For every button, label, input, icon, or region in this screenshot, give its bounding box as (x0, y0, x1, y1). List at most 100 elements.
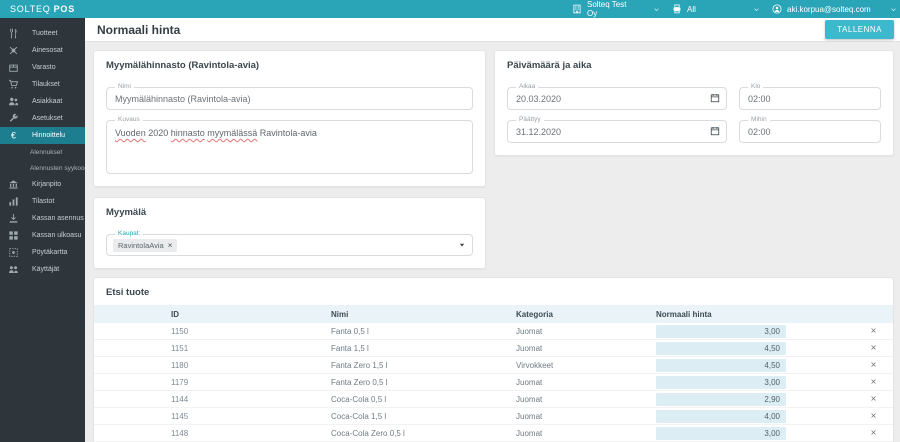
remove-product-button[interactable] (861, 361, 885, 370)
product-id: 1180 (171, 361, 331, 370)
product-table-card: Etsi tuote ID Nimi Kategoria Normaali hi… (93, 277, 894, 442)
store-chip: RavintolaAvia × (113, 239, 177, 252)
price-input[interactable] (656, 376, 786, 389)
sidebar-item-label: Tilastot (32, 198, 54, 205)
price-input[interactable] (656, 393, 786, 406)
start-date-input[interactable] (508, 88, 726, 109)
description-textarea[interactable]: Vuoden 2020 hinnasto myymälässä Ravintol… (107, 121, 472, 173)
remove-product-button[interactable] (861, 344, 885, 353)
product-category: Juomat (516, 344, 656, 353)
table-body: 1150 Fanta 0,5 l Juomat 1151 Fanta 1,5 l… (94, 323, 893, 442)
product-name: Fanta 1,5 l (331, 344, 516, 353)
product-name: Coca-Cola 0,5 l (331, 395, 516, 404)
sidebar-item-tilaukset[interactable]: Tilaukset (0, 76, 85, 93)
bank-icon (8, 179, 19, 190)
product-category: Juomat (516, 429, 656, 438)
column-header-id: ID (171, 310, 331, 319)
save-button[interactable]: TALLENNA (825, 20, 894, 39)
register-selector[interactable]: All (666, 4, 766, 14)
name-input[interactable] (107, 88, 472, 109)
end-date-input[interactable] (508, 121, 726, 142)
sidebar-nav: TuotteetAinesosat Varasto TilauksetAsiakka… (0, 18, 85, 278)
sidebar-item-label: Varasto (32, 64, 56, 71)
start-date-label: Alkaa (516, 84, 538, 91)
product-id: 1179 (171, 378, 331, 387)
product-name: Coca-Cola Zero 0,5 l (331, 429, 516, 438)
person-icon (772, 4, 782, 14)
grid-icon (8, 230, 19, 241)
euro-icon: € (8, 130, 19, 141)
product-name: Coca-Cola 1,5 l (331, 412, 516, 421)
sidebar-item-kassan-asennus[interactable]: Kassan asennus (0, 210, 85, 227)
table-row: 1144 Coca-Cola 0,5 l Juomat (94, 391, 893, 408)
close-icon (870, 344, 877, 353)
store-card-title: Myymälä (94, 198, 485, 220)
download-icon (8, 213, 19, 224)
store-chip-label: RavintolaAvia (118, 241, 164, 250)
calendar-icon[interactable] (710, 126, 720, 136)
product-category: Juomat (516, 327, 656, 336)
table-row: 1150 Fanta 0,5 l Juomat (94, 323, 893, 340)
sidebar-item-tuotteet[interactable]: Tuotteet (0, 25, 85, 42)
store-card: Myymälä Kaupat: RavintolaAvia × (93, 197, 486, 269)
name-field: Nimi (106, 87, 473, 110)
sidebar-subitem-alennukset[interactable]: Alennukset (0, 144, 85, 160)
price-input[interactable] (656, 325, 786, 338)
price-input[interactable] (656, 427, 786, 440)
sidebar-item-asetukset[interactable]: Asetukset (0, 110, 85, 127)
remove-product-button[interactable] (861, 429, 885, 438)
start-time-input[interactable] (740, 88, 880, 109)
sidebar-item-kirjanpito[interactable]: Kirjanpito (0, 176, 85, 193)
sidebar-item-asiakkaat[interactable]: Asiakkaat (0, 93, 85, 110)
register-name: All (687, 5, 734, 14)
product-name: Fanta 0,5 l (331, 327, 516, 336)
end-time-input[interactable] (740, 121, 880, 142)
pricelist-card-title: Myymälähinnasto (Ravintola-avia) (94, 51, 485, 73)
product-id: 1144 (171, 395, 331, 404)
table-row: 1179 Fanta Zero 0,5 l Juomat (94, 374, 893, 391)
caret-down-icon (458, 241, 466, 249)
bar-chart-icon (8, 196, 19, 207)
column-header-price: Normaali hinta (656, 310, 786, 319)
table-map-icon (8, 247, 19, 258)
close-icon (870, 412, 877, 421)
product-category: Virvokkeet (516, 361, 656, 370)
end-time-field: Mihin (739, 120, 881, 143)
remove-product-button[interactable] (861, 412, 885, 421)
sidebar-item-kassan-ulkoasu[interactable]: Kassan ulkoasu (0, 227, 85, 244)
remove-product-button[interactable] (861, 395, 885, 404)
product-category: Juomat (516, 378, 656, 387)
user-menu[interactable]: aki.korpua@solteq.com (766, 4, 894, 14)
page-title: Normaali hinta (97, 23, 180, 37)
price-input[interactable] (656, 410, 786, 423)
sidebar-item-k-ytt-j-t[interactable]: Käyttäjät (0, 261, 85, 278)
sidebar-item-label: Kirjanpito (32, 181, 61, 188)
sidebar-item-ainesosat[interactable]: Ainesosat (0, 42, 85, 59)
calendar-icon[interactable] (710, 93, 720, 103)
sidebar-item-hinnoittelu[interactable]: €Hinnoittelu (0, 127, 85, 144)
company-selector[interactable]: Solteq Test Oy (566, 0, 666, 18)
sidebar-item-tilastot[interactable]: Tilastot (0, 193, 85, 210)
price-input[interactable] (656, 359, 786, 372)
remove-product-button[interactable] (861, 327, 885, 336)
sidebar-item-p-yt-kartta[interactable]: Pöytäkartta (0, 244, 85, 261)
column-header-name: Nimi (331, 310, 516, 319)
product-category: Juomat (516, 395, 656, 404)
stores-select[interactable]: Kaupat: RavintolaAvia × (106, 234, 473, 256)
sidebar: SOLTEQ POS TuotteetAinesosatVarastoTilau… (0, 0, 85, 442)
topbar: Solteq Test Oy All aki.korpua@solteq.com (85, 0, 900, 18)
main-area: Solteq Test Oy All aki.korpua@solteq.com… (85, 0, 900, 442)
chip-remove-icon[interactable]: × (168, 242, 173, 250)
table-header: ID Nimi Kategoria Normaali hinta (94, 305, 893, 323)
price-input[interactable] (656, 342, 786, 355)
pos-terminal-icon (672, 4, 682, 14)
close-icon (870, 361, 877, 370)
product-table-title: Etsi tuote (94, 278, 893, 300)
end-date-label: Päättyy (516, 117, 544, 124)
close-icon (870, 429, 877, 438)
table-row: 1180 Fanta Zero 1,5 l Virvokkeet (94, 357, 893, 374)
sidebar-subitem-alennusten-syykoodit[interactable]: Alennusten syykoodit (0, 160, 85, 176)
sidebar-item-varasto[interactable]: Varasto (0, 59, 85, 76)
pricelist-card: Myymälähinnasto (Ravintola-avia) Nimi Ku… (93, 50, 486, 187)
remove-product-button[interactable] (861, 378, 885, 387)
